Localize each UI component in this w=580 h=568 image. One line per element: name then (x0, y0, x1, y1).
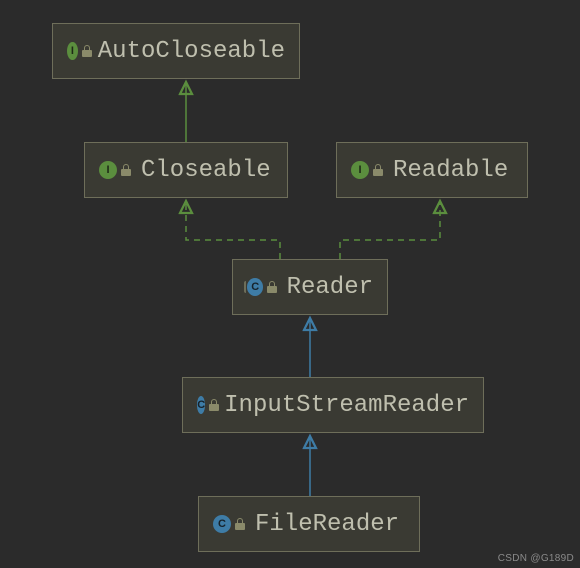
interface-icon (67, 42, 78, 60)
node-label: Reader (287, 274, 373, 301)
abstract-class-icon (247, 278, 263, 296)
lock-icon (209, 399, 214, 411)
lock-icon (267, 281, 276, 293)
class-icon (213, 515, 231, 533)
node-reader[interactable]: Reader (232, 259, 388, 315)
node-readable[interactable]: Readable (336, 142, 528, 198)
edge-reader-readable (340, 201, 440, 259)
lock-icon (235, 518, 245, 530)
node-autocloseable[interactable]: AutoCloseable (52, 23, 300, 79)
watermark: CSDN @G189D (498, 553, 574, 564)
lock-icon (121, 164, 131, 176)
interface-icon (99, 161, 117, 179)
node-filereader[interactable]: FileReader (198, 496, 420, 552)
node-label: Readable (393, 157, 508, 184)
node-label: InputStreamReader (224, 392, 469, 419)
node-label: Closeable (141, 157, 271, 184)
class-icon (197, 396, 205, 414)
lock-icon (373, 164, 383, 176)
node-label: FileReader (255, 511, 399, 538)
node-closeable[interactable]: Closeable (84, 142, 288, 198)
interface-icon (351, 161, 369, 179)
node-inputstreamreader[interactable]: InputStreamReader (182, 377, 484, 433)
lock-icon (82, 45, 88, 57)
edge-reader-closeable (186, 201, 280, 259)
node-label: AutoCloseable (98, 38, 285, 65)
